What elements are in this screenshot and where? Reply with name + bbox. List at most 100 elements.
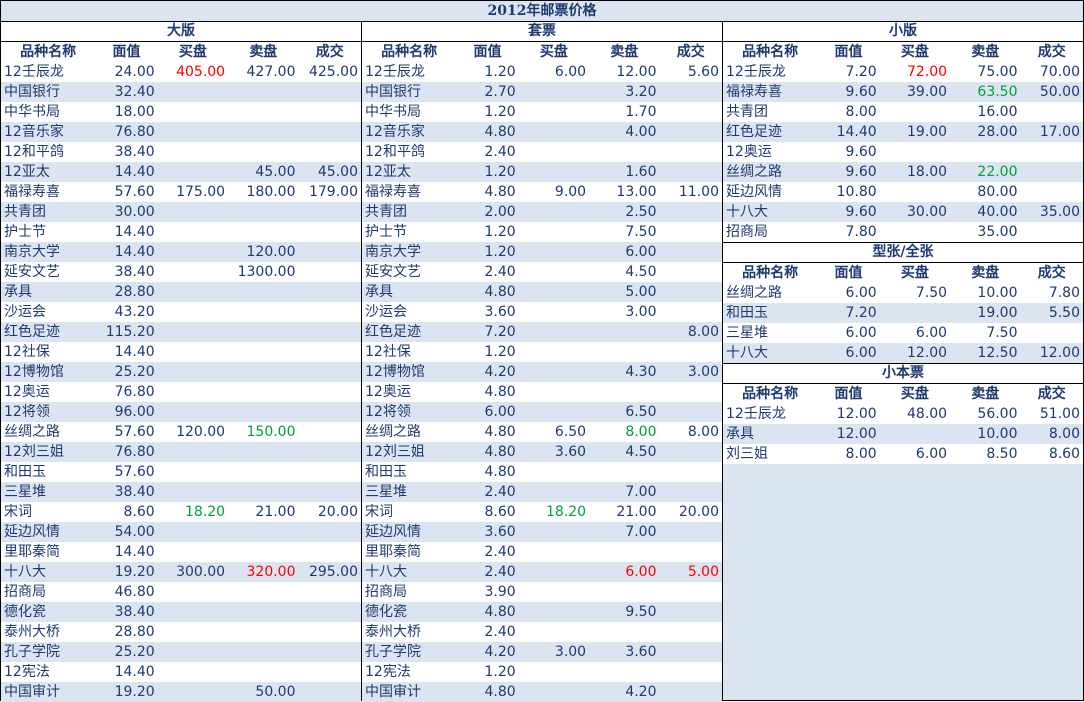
section-title: 套票 bbox=[362, 22, 722, 42]
cell-buy bbox=[519, 382, 589, 402]
cell-buy bbox=[158, 102, 228, 122]
table-row: 招商局 46.80 bbox=[1, 582, 361, 602]
cell-deal bbox=[660, 462, 722, 482]
cell-sell: 1.70 bbox=[625, 104, 657, 120]
cell-buy bbox=[880, 182, 950, 202]
cell-deal bbox=[660, 602, 722, 622]
cell-sell: 6.00 bbox=[625, 244, 657, 260]
cell-sell: 19.00 bbox=[977, 305, 1018, 321]
cell-deal bbox=[660, 102, 722, 122]
cell-buy bbox=[158, 582, 228, 602]
cell-name: 12将领 bbox=[4, 404, 50, 420]
cell-buy: 7.50 bbox=[915, 285, 948, 301]
cell-face: 3.60 bbox=[484, 524, 516, 540]
cell-sell: 7.00 bbox=[625, 524, 657, 540]
cell-sell bbox=[589, 322, 659, 342]
cell-name: 共青团 bbox=[365, 204, 407, 220]
cell-buy bbox=[519, 482, 589, 502]
cell-face: 24.00 bbox=[114, 64, 155, 80]
cell-buy bbox=[519, 222, 589, 242]
table-row: 南京大学 1.20 6.00 bbox=[362, 242, 722, 262]
cell-name: 12亚太 bbox=[365, 164, 411, 180]
section-right: 小版 品种名称 面值 买盘 卖盘 成交 12壬辰龙 7.20 72.00 75.00 70.00 福禄… bbox=[723, 22, 1083, 700]
cell-face: 32.40 bbox=[114, 84, 155, 100]
table-row: 十八大 2.40 6.00 5.00 bbox=[362, 562, 722, 582]
cell-sell: 8.00 bbox=[625, 424, 657, 440]
cell-deal bbox=[299, 222, 361, 242]
table-row: 延边风情 10.80 80.00 bbox=[723, 182, 1083, 202]
cell-face: 14.40 bbox=[114, 544, 155, 560]
cell-buy bbox=[519, 682, 589, 702]
cell-face: 4.20 bbox=[484, 644, 516, 660]
sheet-title: 2012年邮票价格 bbox=[1, 1, 1083, 22]
cell-sell: 4.30 bbox=[625, 364, 657, 380]
cell-sell: 63.50 bbox=[977, 84, 1018, 100]
cell-sell bbox=[589, 142, 659, 162]
cell-name: 三星堆 bbox=[4, 484, 46, 500]
table-row: 中国审计 4.80 4.20 bbox=[362, 682, 722, 702]
cell-deal bbox=[660, 682, 722, 702]
table-row: 共青团 2.00 2.50 bbox=[362, 202, 722, 222]
cell-deal bbox=[660, 662, 722, 682]
cell-buy bbox=[158, 482, 228, 502]
cell-sell bbox=[228, 462, 298, 482]
cell-name: 承具 bbox=[726, 426, 754, 442]
cell-face: 4.80 bbox=[484, 604, 516, 620]
cell-sell: 150.00 bbox=[246, 424, 296, 440]
cell-deal bbox=[660, 622, 722, 642]
cell-buy: 39.00 bbox=[907, 84, 948, 100]
cell-face: 2.70 bbox=[484, 84, 516, 100]
cell-name: 12奥运 bbox=[4, 384, 50, 400]
cell-face: 25.20 bbox=[114, 644, 155, 660]
cell-face: 96.00 bbox=[114, 404, 155, 420]
cell-buy bbox=[158, 122, 228, 142]
table-row: 沙运会 43.20 bbox=[1, 302, 361, 322]
cell-sell: 12.00 bbox=[616, 64, 657, 80]
cell-face: 19.20 bbox=[114, 684, 155, 700]
cell-sell bbox=[589, 662, 659, 682]
cell-face: 2.40 bbox=[484, 564, 516, 580]
table-row: 12音乐家 76.80 bbox=[1, 122, 361, 142]
cell-name: 延安文艺 bbox=[4, 264, 60, 280]
table-row: 12壬辰龙 7.20 72.00 75.00 70.00 bbox=[723, 62, 1083, 82]
cell-name: 护士节 bbox=[365, 224, 407, 240]
cell-sell bbox=[228, 522, 298, 542]
cell-sell bbox=[228, 202, 298, 222]
cell-name: 12宪法 bbox=[365, 664, 411, 680]
table-row: 12壬辰龙 24.00 405.00 427.00 425.00 bbox=[1, 62, 361, 82]
cell-sell: 3.20 bbox=[625, 84, 657, 100]
cell-buy: 9.00 bbox=[554, 184, 587, 200]
cell-sell: 35.00 bbox=[977, 224, 1018, 240]
cell-buy: 72.00 bbox=[907, 64, 948, 80]
header-deal: 成交 bbox=[1037, 44, 1066, 60]
cell-deal bbox=[1021, 102, 1083, 122]
cell-face: 14.40 bbox=[114, 344, 155, 360]
cell-face: 1.20 bbox=[484, 244, 516, 260]
cell-face: 1.20 bbox=[484, 104, 516, 120]
cell-face: 115.20 bbox=[105, 324, 155, 340]
cell-face: 6.00 bbox=[484, 404, 516, 420]
table-row: 12社保 1.20 bbox=[362, 342, 722, 362]
table-row: 中国审计 19.20 50.00 bbox=[1, 682, 361, 702]
cell-name: 12壬辰龙 bbox=[365, 64, 425, 80]
cell-deal bbox=[299, 322, 361, 342]
cell-buy bbox=[158, 142, 228, 162]
cell-sell bbox=[228, 542, 298, 562]
cell-deal bbox=[299, 122, 361, 142]
cell-face: 38.40 bbox=[114, 264, 155, 280]
table-row: 12刘三姐 4.80 3.60 4.50 bbox=[362, 442, 722, 462]
cell-deal bbox=[660, 642, 722, 662]
cell-sell bbox=[228, 302, 298, 322]
cell-deal bbox=[660, 582, 722, 602]
cell-name: 丝绸之路 bbox=[365, 424, 421, 440]
cell-name: 12奥运 bbox=[726, 144, 772, 160]
header-row: 品种名称 面值 买盘 卖盘 成交 bbox=[723, 263, 1083, 283]
table-row: 和田玉 4.80 bbox=[362, 462, 722, 482]
cell-deal: 8.00 bbox=[687, 324, 719, 340]
cell-face: 4.80 bbox=[484, 284, 516, 300]
cell-name: 红色足迹 bbox=[365, 324, 421, 340]
table-row: 德化瓷 4.80 9.50 bbox=[362, 602, 722, 622]
cell-face: 12.00 bbox=[836, 406, 877, 422]
cell-name: 和田玉 bbox=[365, 464, 407, 480]
header-row: 品种名称 面值 买盘 卖盘 成交 bbox=[362, 42, 722, 62]
